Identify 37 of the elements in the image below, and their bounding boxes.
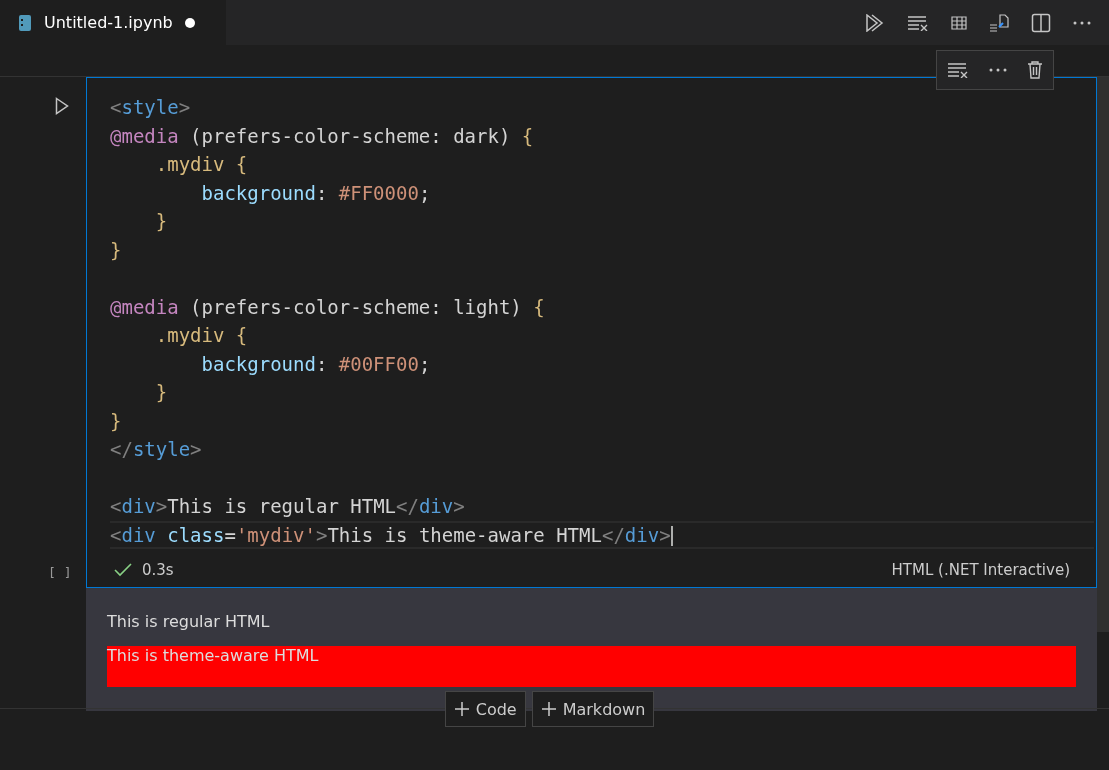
code-line: }	[154, 209, 169, 234]
plus-icon	[453, 701, 470, 717]
code-line: <div class='mydiv'>This is theme-aware HTML</div>	[110, 520, 1094, 549]
code-line: }	[110, 408, 123, 434]
clear-output-icon[interactable]	[947, 62, 969, 78]
code-line: <div>This is regular HTML</div>	[110, 494, 466, 519]
code-line: </style>	[110, 437, 203, 462]
output-text: This is regular HTML	[107, 612, 271, 631]
tab-title: Untitled-1.ipynb	[44, 13, 173, 32]
add-cell-button[interactable]: Markdown	[531, 691, 655, 727]
code-line: <style>	[110, 95, 192, 120]
more-icon[interactable]	[989, 68, 1007, 72]
execution-count: [ ]	[48, 565, 72, 580]
more-icon[interactable]	[1073, 20, 1091, 25]
code-line: .mydiv {	[154, 152, 249, 177]
code-line: }	[154, 380, 169, 405]
add-cell-button[interactable]: Code	[444, 691, 526, 727]
run-cell-icon[interactable]	[55, 97, 69, 115]
run-all-icon[interactable]	[865, 13, 885, 32]
code-line: @media (prefers-color-scheme: light) {	[110, 294, 546, 320]
scrollbar[interactable]	[1097, 77, 1109, 632]
code-line: background: #FF0000;	[200, 180, 432, 206]
notebook-icon	[18, 14, 32, 31]
code-line: }	[110, 237, 123, 263]
code-line: @media (prefers-color-scheme: dark) {	[110, 123, 535, 149]
output-text: This is theme-aware HTML	[107, 646, 1076, 687]
language-label[interactable]: HTML (.NET Interactive)	[891, 561, 1070, 579]
code-line: .mydiv {	[154, 323, 249, 348]
clear-outputs-icon[interactable]	[907, 14, 929, 31]
code-line: background: #00FF00;	[200, 351, 432, 377]
plus-icon	[540, 701, 557, 717]
table-icon[interactable]	[951, 15, 967, 30]
execution-time: 0.3s	[142, 561, 174, 579]
editor-tab[interactable]: Untitled-1.ipynb	[0, 0, 226, 45]
kernel-icon[interactable]	[989, 12, 1009, 33]
delete-icon[interactable]	[1027, 61, 1043, 79]
split-editor-icon[interactable]	[1031, 12, 1051, 33]
